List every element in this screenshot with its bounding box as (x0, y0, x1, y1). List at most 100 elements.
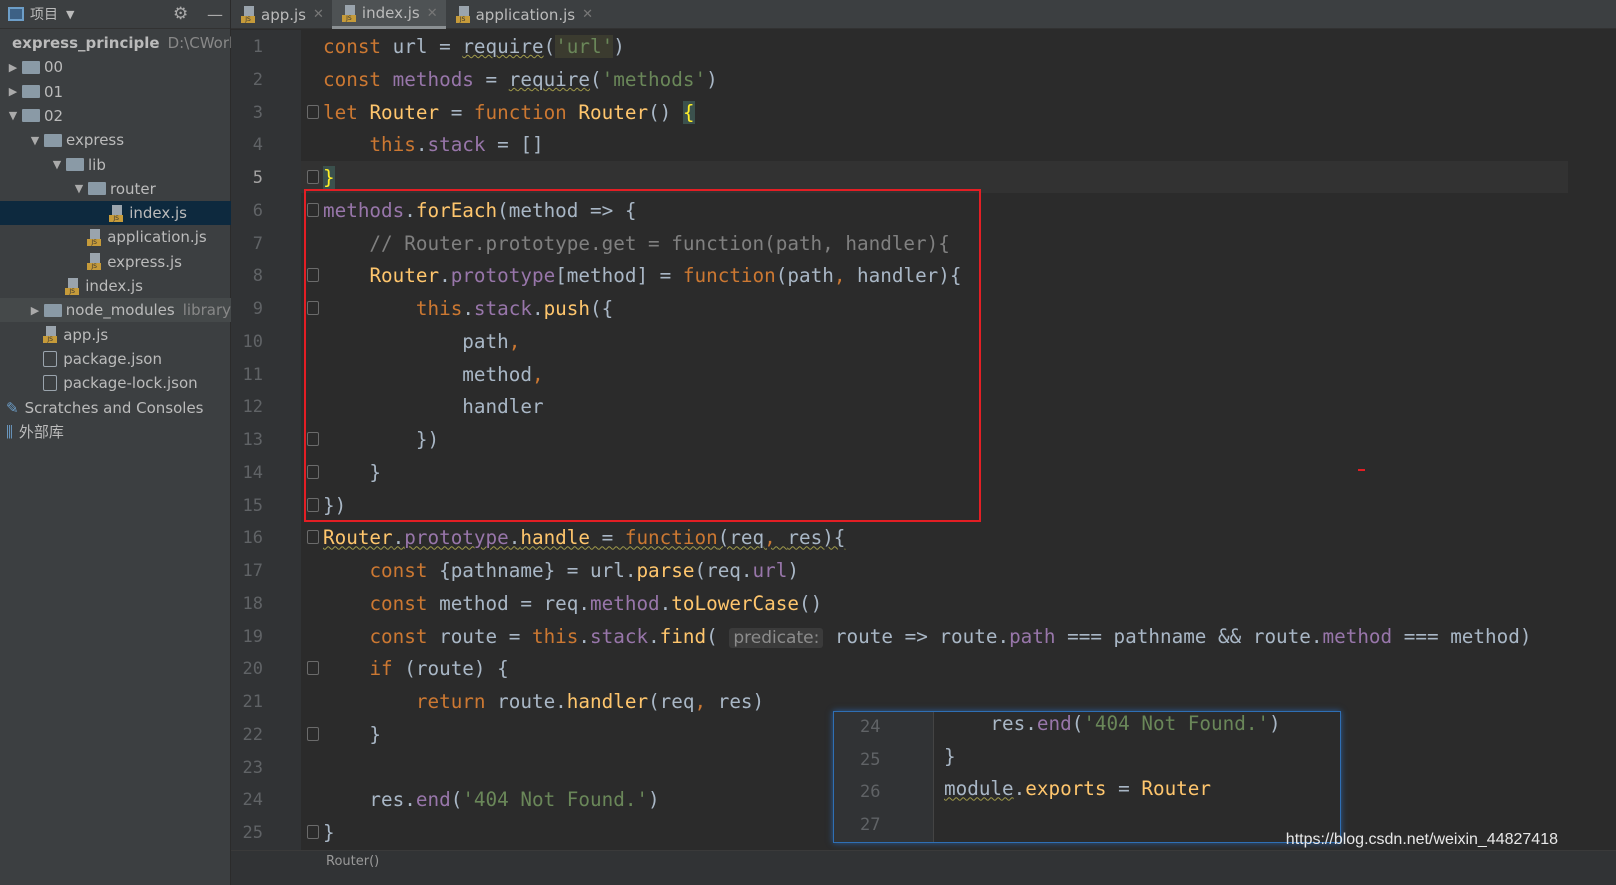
code-token: , (694, 690, 718, 713)
tree-item[interactable]: ▶ 00 (0, 55, 231, 79)
tree-item[interactable]: application.js (0, 225, 231, 249)
folder-icon (44, 133, 62, 147)
tree-item-label: package-lock.json (63, 374, 198, 393)
code-token: , (764, 526, 788, 550)
code-token: = (590, 526, 625, 550)
code-token: let (323, 100, 370, 124)
fold-marker-icon[interactable] (307, 661, 319, 676)
code-line: const methods = require('methods') (323, 64, 718, 96)
project-header[interactable]: 项目 ▼ ⚙ — (0, 0, 230, 29)
tree-item[interactable]: express.js (0, 250, 231, 274)
library-icon: ⫼ (6, 422, 13, 441)
code-token: . (508, 526, 521, 550)
tree-item[interactable]: index.js (0, 274, 231, 298)
code-token: require (508, 67, 591, 91)
tab-index-js[interactable]: index.js ✕ (331, 0, 446, 29)
tree-item[interactable]: ▶ node_modules library (0, 298, 231, 323)
tree-item[interactable]: package-lock.json (0, 371, 231, 395)
tab-app-js[interactable]: app.js ✕ (231, 0, 332, 29)
line-number: 25 (242, 823, 263, 843)
code-token: = (439, 100, 474, 124)
folder-icon (22, 85, 40, 99)
close-icon[interactable]: ✕ (313, 7, 324, 22)
tree-item[interactable]: ✎ Scratches and Consoles (0, 396, 231, 420)
code-token: (req (717, 526, 765, 550)
code-token: 'methods' (601, 67, 707, 91)
tree-item[interactable]: ▼ express (0, 128, 231, 152)
expanded-arrow-icon[interactable]: ▼ (28, 134, 42, 147)
collapsed-arrow-icon[interactable]: ▶ (6, 61, 20, 74)
line-number: 13 (242, 430, 263, 450)
code-token: function (624, 526, 718, 550)
code-token: Router (369, 100, 440, 124)
js-file-icon (87, 228, 103, 246)
tree-item[interactable]: express_principle D:\CWork (0, 31, 231, 55)
code-token: stack (590, 624, 649, 648)
tree-item[interactable]: ▼ 02 (0, 104, 231, 128)
project-title: 项目 (30, 7, 58, 23)
scratches-icon: ✎ (6, 398, 19, 417)
close-icon[interactable]: ✕ (582, 7, 593, 22)
code-token: this (369, 133, 416, 157)
code-token: res) (717, 690, 765, 713)
chevron-down-icon[interactable]: ▼ (66, 8, 74, 21)
code-line: this.stack = [] (323, 129, 544, 161)
tree-item[interactable]: ⫼ 外部库 (0, 420, 231, 444)
code-token: method (590, 591, 660, 615)
collapsed-arrow-icon[interactable]: ▶ (28, 304, 42, 317)
line-number: 16 (242, 528, 263, 549)
code-token: Router (323, 526, 393, 550)
code-token: exports (1025, 777, 1107, 801)
tree-item[interactable]: index.js (0, 201, 231, 226)
gear-icon[interactable]: ⚙ (173, 4, 188, 24)
watermark: https://blog.csdn.net/weixin_44827418 (1285, 831, 1558, 848)
editor-tabs: app.js ✕ index.js ✕ application.js ✕ (231, 0, 1616, 29)
fold-marker-icon[interactable] (307, 530, 319, 545)
code-token: predicate: (729, 627, 824, 648)
fold-marker-icon[interactable] (307, 825, 319, 839)
tree-item[interactable]: app.js (0, 323, 231, 347)
code-token: handler (566, 690, 649, 713)
code-token: } (323, 166, 335, 189)
code-token: . (392, 526, 405, 550)
tree-item[interactable]: ▼ router (0, 177, 231, 201)
folder-icon (43, 303, 62, 317)
folder-icon (88, 182, 106, 196)
tree-item-label: express_principle (12, 34, 160, 52)
code-token: = [] (485, 133, 544, 157)
tab-application-js[interactable]: application.js ✕ (446, 0, 601, 29)
tree-item-label: 01 (44, 82, 64, 101)
tree-item-label: lib (88, 155, 106, 174)
tree-item[interactable]: ▼ lib (0, 153, 231, 177)
code-token: prototype (404, 526, 509, 550)
tree-item[interactable]: ▶ 01 (0, 80, 231, 104)
js-file-icon (455, 6, 472, 23)
line-number: 15 (242, 495, 263, 516)
folder-icon (22, 109, 40, 123)
fold-marker-icon[interactable] (307, 104, 319, 119)
tree-item[interactable]: package.json (0, 347, 231, 371)
code-line: const url = require('url') (323, 31, 625, 63)
line-number: 9 (252, 299, 263, 319)
js-file-icon (65, 277, 81, 295)
tree-item-label: node_modules (65, 301, 175, 320)
collapsed-arrow-icon[interactable]: ▶ (6, 85, 20, 98)
line-number: 24 (242, 790, 263, 811)
expanded-arrow-icon[interactable]: ▼ (50, 158, 64, 171)
code-token: ) (613, 35, 625, 58)
tree-item-label: app.js (63, 325, 109, 344)
minimize-icon[interactable]: — (207, 5, 223, 24)
expanded-arrow-icon[interactable]: ▼ (6, 109, 20, 122)
expanded-arrow-icon[interactable]: ▼ (72, 182, 86, 195)
close-icon[interactable]: ✕ (427, 6, 438, 21)
code-preview-popup: 24 res.end('404 Not Found.') 25} 26 module.… (833, 711, 1341, 843)
code-line: res.end('404 Not Found.') (323, 784, 659, 816)
fold-marker-icon[interactable] (307, 726, 319, 741)
code-token: return (415, 690, 498, 713)
code-token: === method) (1392, 624, 1532, 648)
code-token: require (462, 35, 544, 58)
fold-marker-icon[interactable] (307, 170, 319, 184)
code-token: toLowerCase (671, 591, 799, 615)
breadcrumb[interactable]: Router() (326, 854, 379, 869)
